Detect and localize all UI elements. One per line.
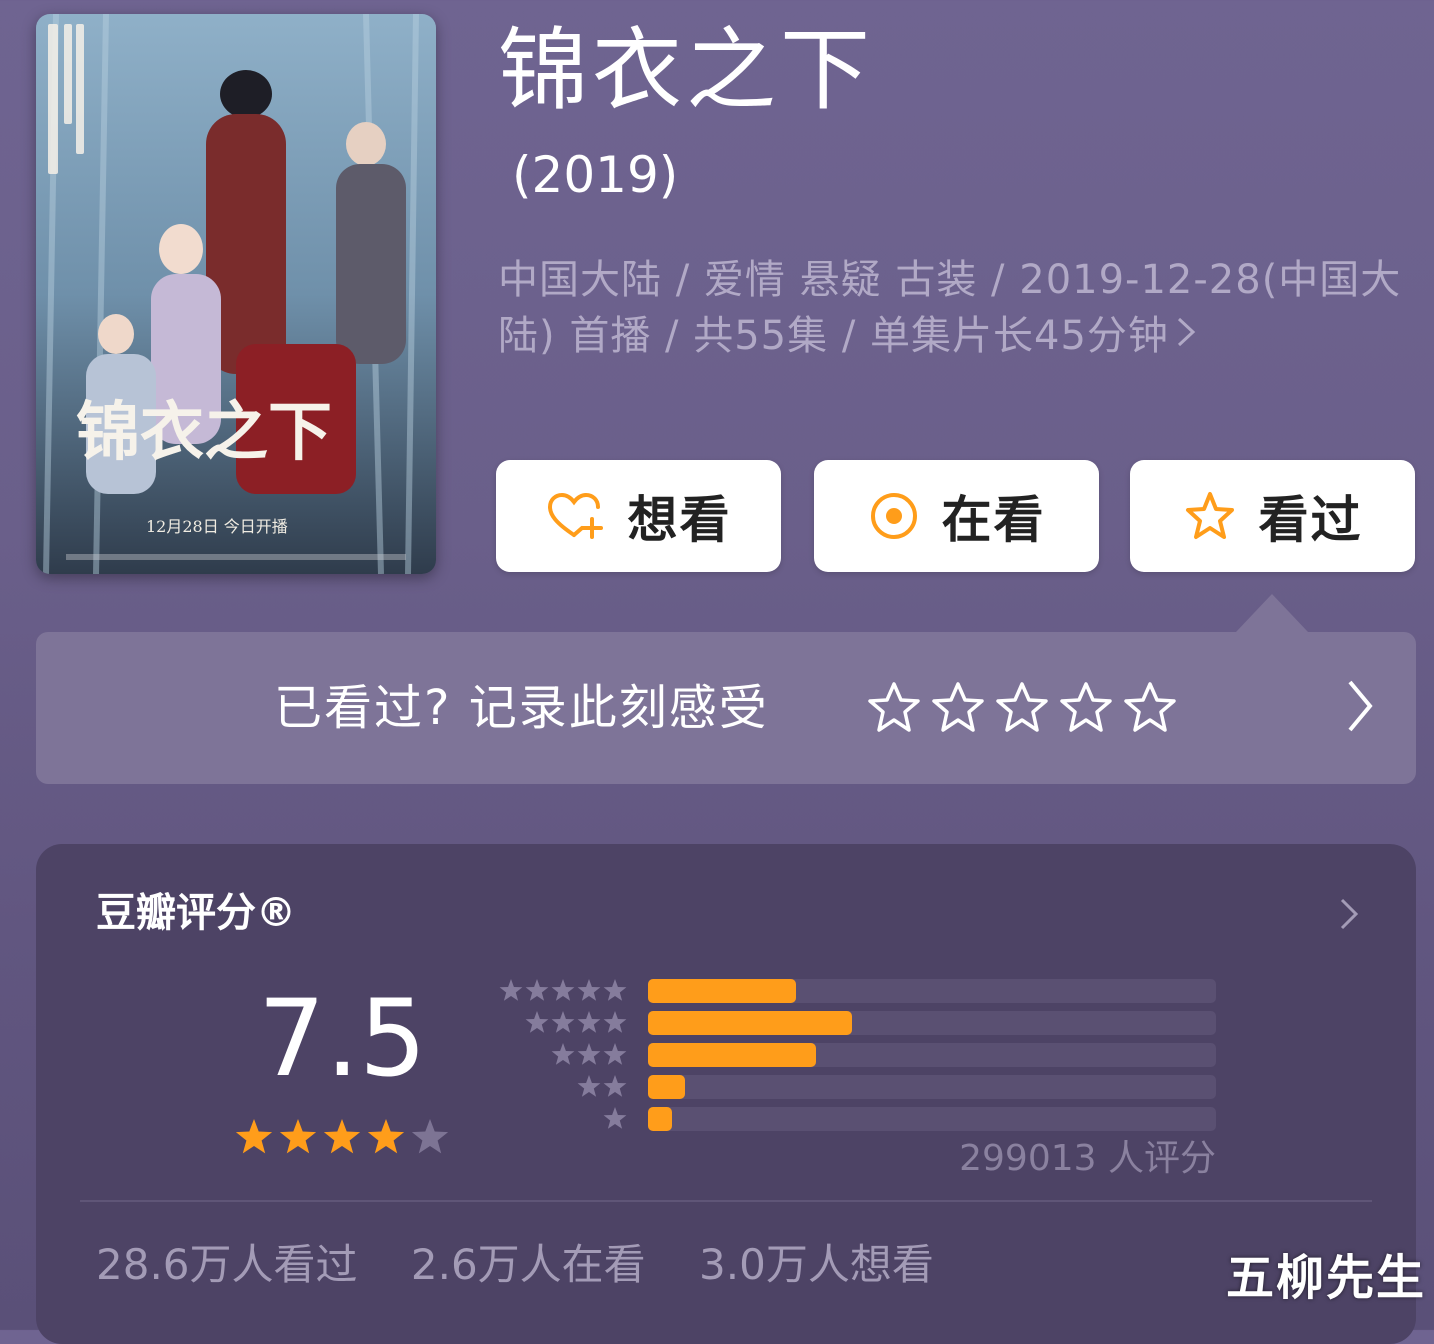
histogram-star-label <box>524 1010 628 1036</box>
histogram-track <box>648 1043 1216 1067</box>
histogram-bar <box>648 1011 853 1035</box>
histogram-track <box>648 1011 1216 1035</box>
rate-prompt-bar[interactable]: 已看过? 记录此刻感受 <box>36 632 1416 784</box>
rating-star-3 <box>996 682 1048 732</box>
histogram-star <box>525 979 549 1001</box>
want-to-watch-label: 想看 <box>627 491 732 549</box>
score-star <box>411 1119 449 1154</box>
watched-label: 看过 <box>1258 491 1363 549</box>
divider <box>80 1200 1372 1202</box>
histogram-star <box>603 1107 627 1129</box>
score-star <box>235 1119 273 1154</box>
watermark: 五柳先生 <box>1226 1250 1427 1306</box>
histogram-row <box>486 978 1216 1004</box>
histogram-row <box>486 1010 1216 1036</box>
histogram-bar <box>648 1043 816 1067</box>
douban-rating-card[interactable]: 豆瓣评分® 7.5 299013 人评分 28.6万人看过 2.6万人在看 3.… <box>36 844 1416 1344</box>
histogram-star <box>603 1043 627 1065</box>
histogram-star <box>603 1075 627 1097</box>
show-meta-info[interactable]: 中国大陆 / 爱情 悬疑 古装 / 2019-12-28(中国大陆) 首播 / … <box>498 252 1418 364</box>
histogram-row <box>486 1042 1216 1068</box>
histogram-bar <box>648 1107 672 1131</box>
score-star <box>367 1119 405 1154</box>
histogram-star <box>603 1011 627 1033</box>
want-to-watch-button[interactable]: 想看 <box>496 460 781 572</box>
rating-header: 豆瓣评分® <box>96 890 296 936</box>
meta-text: 中国大陆 / 爱情 悬疑 古装 / 2019-12-28(中国大陆) 首播 / … <box>498 257 1402 359</box>
histogram-star-label <box>498 978 628 1004</box>
poster-image[interactable]: 锦衣之下 12月28日 今日开播 <box>36 14 436 574</box>
score-stars <box>232 1116 452 1160</box>
histogram-track <box>648 1075 1216 1099</box>
histogram-star <box>603 979 627 1001</box>
target-circle-icon <box>868 490 920 542</box>
histogram-star <box>577 1011 601 1033</box>
rating-score: 7.5 <box>258 977 427 1100</box>
histogram-bar <box>648 1075 685 1099</box>
rating-star-4 <box>1060 682 1112 732</box>
histogram-star-label <box>576 1074 628 1100</box>
watched-count: 28.6万人看过 <box>96 1240 358 1289</box>
histogram-track <box>648 1107 1216 1131</box>
chevron-right-icon[interactable] <box>1338 896 1360 936</box>
histogram-star <box>551 1011 575 1033</box>
poster-title: 锦衣之下 <box>76 395 332 470</box>
watched-button[interactable]: 看过 <box>1130 460 1415 572</box>
show-year: (2019) <box>512 146 679 204</box>
chevron-right-icon <box>1175 308 1197 364</box>
histogram-star-label <box>550 1042 628 1068</box>
audience-counts: 28.6万人看过 2.6万人在看 3.0万人想看 <box>96 1240 974 1290</box>
rating-input-stars[interactable] <box>866 680 1186 736</box>
histogram-star <box>499 979 523 1001</box>
histogram-bar <box>648 979 796 1003</box>
histogram-star-label <box>602 1106 628 1132</box>
watching-count: 2.6万人在看 <box>410 1240 646 1289</box>
histogram-star <box>577 979 601 1001</box>
vote-count: 299013 人评分 <box>959 1138 1216 1179</box>
score-star <box>279 1119 317 1154</box>
chevron-right-icon[interactable] <box>1344 676 1376 740</box>
histogram-row <box>486 1074 1216 1100</box>
rating-star-1 <box>868 682 920 732</box>
score-star <box>323 1119 361 1154</box>
star-outline-icon <box>1183 490 1237 542</box>
popover-caret <box>1236 594 1308 632</box>
want-count: 3.0万人想看 <box>699 1240 934 1289</box>
watching-button[interactable]: 在看 <box>814 460 1099 572</box>
poster-date: 12月28日 今日开播 <box>146 517 288 536</box>
histogram-star <box>551 1043 575 1065</box>
rating-star-2 <box>932 682 984 732</box>
rate-prompt-text: 已看过? 记录此刻感受 <box>274 680 769 736</box>
heart-plus-icon <box>546 491 606 541</box>
histogram-star <box>577 1043 601 1065</box>
rating-star-5 <box>1124 682 1176 732</box>
histogram-row <box>486 1106 1216 1132</box>
histogram-star <box>551 979 575 1001</box>
histogram-star <box>577 1075 601 1097</box>
histogram-track <box>648 979 1216 1003</box>
histogram-star <box>525 1011 549 1033</box>
show-title: 锦衣之下 <box>498 18 874 123</box>
watching-label: 在看 <box>941 491 1046 549</box>
